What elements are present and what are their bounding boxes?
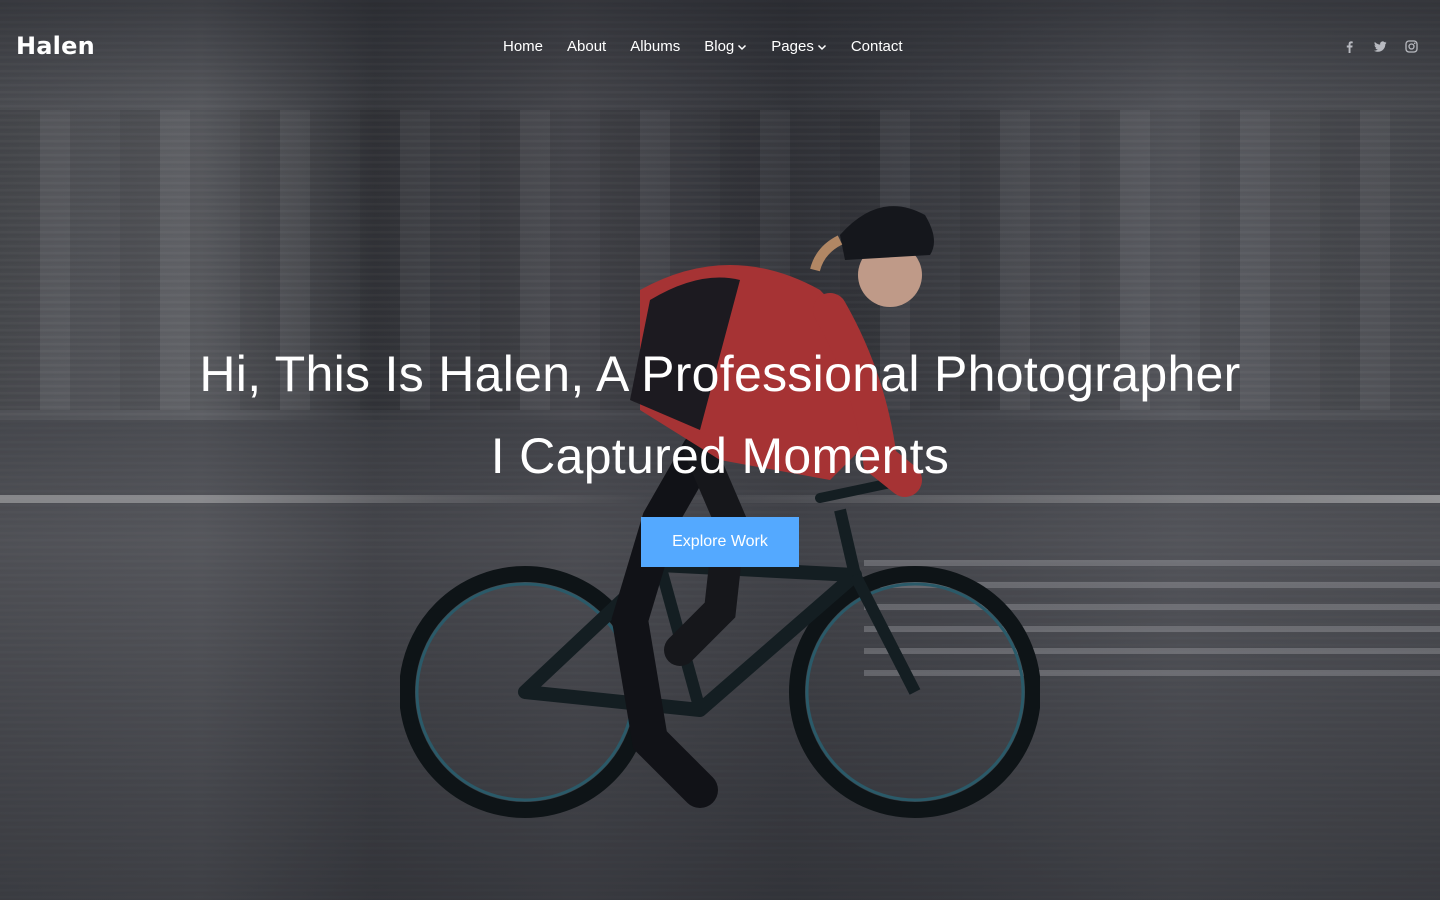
nav-item-contact[interactable]: Contact bbox=[851, 38, 903, 55]
nav-item-about[interactable]: About bbox=[567, 38, 606, 55]
nav-item-albums[interactable]: Albums bbox=[630, 38, 680, 55]
nav-item-label: Blog bbox=[704, 38, 735, 55]
nav-item-label: Home bbox=[503, 38, 544, 55]
nav-item-label: Albums bbox=[630, 38, 681, 55]
nav-item-home[interactable]: Home bbox=[503, 38, 543, 55]
site-header: Halen Home About Albums Blog Pages Conta… bbox=[0, 0, 1440, 98]
hero-subheadline: I Captured Moments bbox=[490, 428, 950, 484]
main-nav: Home About Albums Blog Pages Contact bbox=[503, 38, 903, 55]
chevron-down-icon bbox=[738, 44, 747, 50]
nav-item-pages[interactable]: Pages bbox=[771, 38, 827, 55]
hero-headline: Hi, This Is Halen, A Professional Photog… bbox=[199, 346, 1241, 402]
nav-item-label: Pages bbox=[771, 38, 814, 55]
twitter-icon[interactable] bbox=[1374, 40, 1387, 53]
social-links bbox=[1343, 40, 1418, 53]
nav-item-label: Contact bbox=[850, 38, 903, 55]
nav-item-label: About bbox=[567, 38, 607, 55]
nav-item-blog[interactable]: Blog bbox=[704, 38, 747, 55]
facebook-icon[interactable] bbox=[1343, 40, 1356, 53]
chevron-down-icon bbox=[817, 44, 826, 50]
site-logo[interactable]: Halen bbox=[16, 32, 95, 60]
explore-work-button[interactable]: Explore Work bbox=[641, 517, 799, 567]
instagram-icon[interactable] bbox=[1405, 40, 1418, 53]
